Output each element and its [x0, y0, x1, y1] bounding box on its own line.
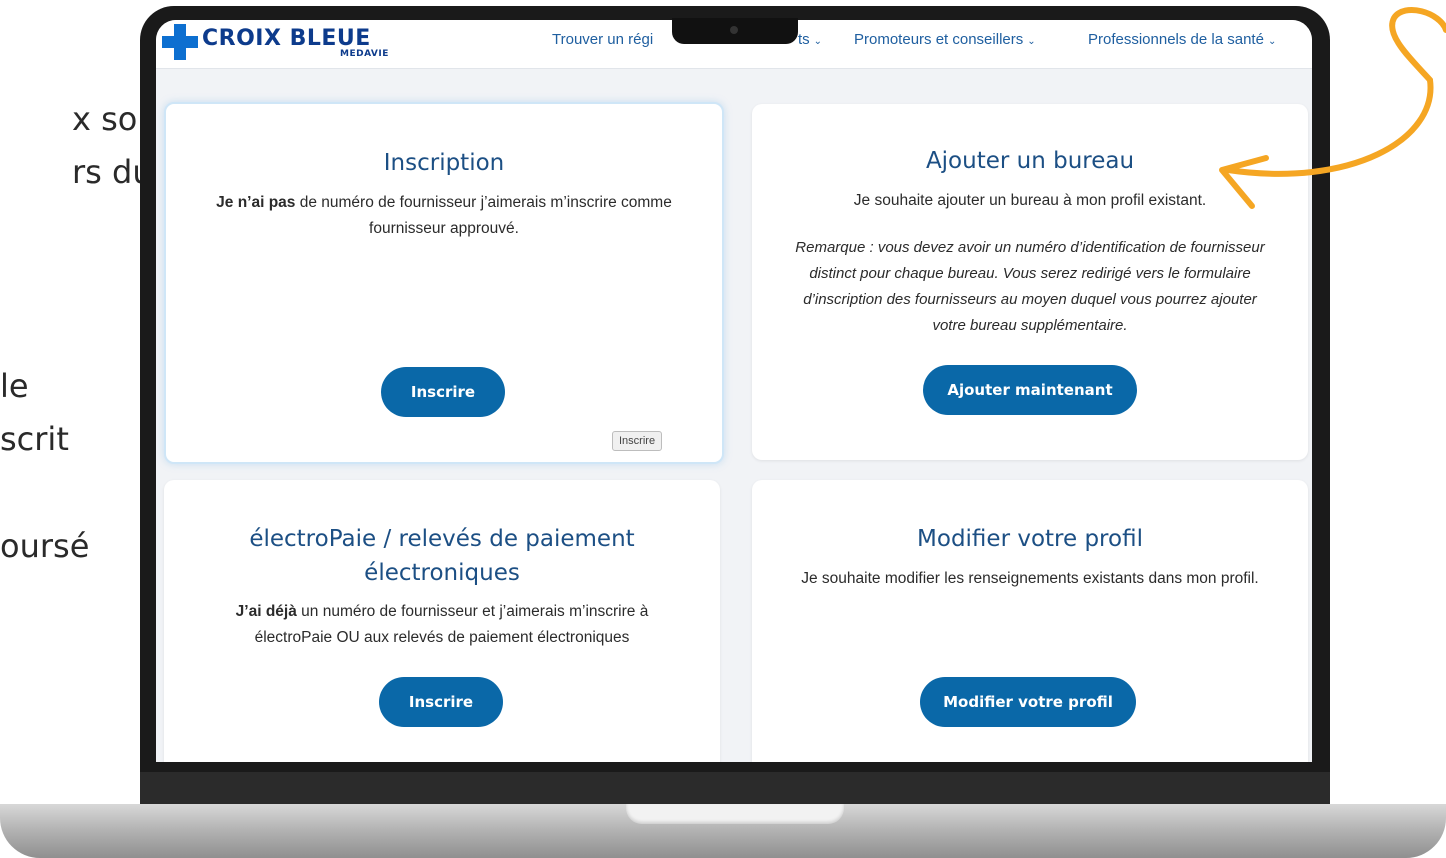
nav-label: ts — [798, 31, 810, 48]
card-description: Je souhaite modifier les renseignements … — [801, 570, 1259, 587]
chevron-down-icon: ⌄ — [813, 36, 823, 47]
side-text-3: le — [0, 367, 29, 405]
nav-label: Trouver un régi — [552, 31, 654, 48]
laptop-screen: CROIX BLEUE MEDAVIE Trouver un régi ts ⌄ … — [156, 20, 1312, 762]
curved-arrow-annotation-icon — [1219, 7, 1446, 209]
card-inscription: Inscription Je n’ai pas de numéro de fou… — [164, 102, 724, 464]
card-title: électroPaie / relevés de paiement électr… — [249, 526, 635, 586]
side-text-4: scrit — [0, 420, 69, 458]
card-description: J’ai déjà un numéro de fournisseur et j’… — [214, 599, 670, 651]
button-tooltip: Inscrire — [612, 431, 663, 451]
card-modifier-profil: Modifier votre profil Je souhaite modifi… — [752, 480, 1308, 762]
side-text-5: oursé — [0, 527, 90, 565]
logo-subtitle: MEDAVIE — [340, 49, 389, 59]
cross-logo-icon — [162, 24, 198, 60]
card-electropaie: électroPaie / relevés de paiement électr… — [164, 480, 720, 762]
nav-adherents[interactable]: ts ⌄ — [798, 31, 822, 48]
chevron-down-icon: ⌄ — [1027, 36, 1036, 47]
nav-trouver-regime[interactable]: Trouver un régi — [552, 31, 653, 48]
modifier-profil-button[interactable]: Modifier votre profil — [920, 677, 1136, 727]
card-title: Inscription — [383, 150, 505, 176]
card-description-text: un numéro de fournisseur et j’aimerais m… — [254, 603, 649, 646]
nav-promoteurs-conseillers[interactable]: Promoteurs et conseillers ⌄ — [854, 31, 1036, 48]
card-description-bold: J’ai déjà — [235, 603, 297, 620]
inscrire-button[interactable]: Inscrire — [379, 677, 503, 727]
card-description: Je n’ai pas de numéro de fournisseur j’a… — [186, 190, 702, 242]
logo-wordmark: CROIX BLEUE — [202, 26, 371, 51]
laptop-base-opening — [626, 804, 844, 824]
card-description-bold: Je n’ai pas — [216, 194, 296, 211]
card-note: Remarque : vous devez avoir un numéro d’… — [795, 239, 1265, 334]
card-description-text: de numéro de fournisseur j’aimerais m’in… — [295, 194, 672, 237]
croix-bleue-logo[interactable]: CROIX BLEUE MEDAVIE — [162, 24, 412, 62]
card-title: Modifier votre profil — [917, 526, 1143, 552]
nav-label: Promoteurs et conseillers — [854, 31, 1024, 48]
ajouter-maintenant-button[interactable]: Ajouter maintenant — [923, 365, 1137, 415]
inscrire-button[interactable]: Inscrire — [381, 367, 505, 417]
camera-icon — [730, 26, 738, 34]
